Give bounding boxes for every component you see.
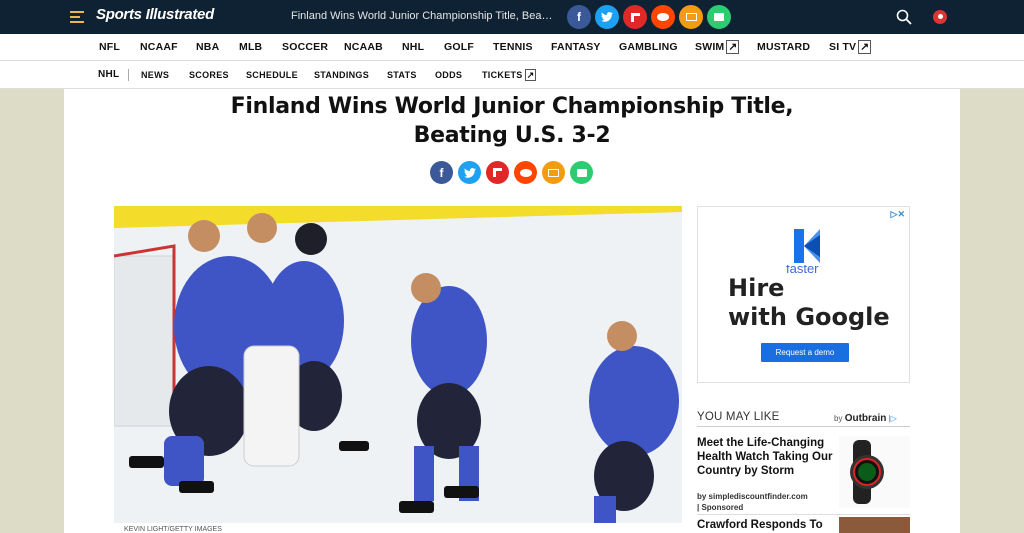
article-title-line-1: Finland Wins World Junior Championship T… — [230, 94, 794, 119]
header-share-bar: f — [567, 5, 731, 29]
article-hero-image[interactable] — [114, 206, 682, 523]
hamburger-menu-icon[interactable] — [70, 11, 84, 23]
ad-animated-text: faster — [786, 265, 819, 273]
subnav-item-standings[interactable]: STANDINGS — [314, 70, 369, 80]
ad-info-icon[interactable]: |▷ — [889, 414, 897, 423]
subnav-item-stats[interactable]: STATS — [387, 70, 417, 80]
facebook-icon[interactable]: f — [430, 161, 453, 184]
nav-item-nba[interactable]: NBA — [196, 41, 219, 53]
ad-headline-line-2: with Google — [728, 303, 890, 331]
secondary-nav: NHL NEWS SCORES SCHEDULE STANDINGS STATS… — [0, 61, 1024, 89]
print-icon[interactable] — [707, 5, 731, 29]
reddit-icon[interactable] — [514, 161, 537, 184]
subnav-item-news[interactable]: NEWS — [141, 70, 169, 80]
section-label[interactable]: NHL — [98, 69, 119, 80]
photo-credit: KEVIN LIGHT/GETTY IMAGES — [124, 526, 222, 533]
facebook-icon[interactable]: f — [567, 5, 591, 29]
subnav-item-tickets[interactable]: TICKETS ↗ — [482, 69, 537, 81]
recommended-card-image[interactable] — [839, 517, 910, 533]
nav-item-swim[interactable]: SWIM ↗ — [695, 40, 740, 54]
article-title-line-2: Beating U.S. 3-2 — [413, 123, 611, 148]
site-logo[interactable]: Sports Illustrated — [96, 6, 214, 23]
flipboard-icon[interactable] — [486, 161, 509, 184]
recommended-card-image[interactable] — [839, 436, 910, 508]
search-icon[interactable] — [896, 9, 912, 25]
external-link-icon: ↗ — [524, 69, 537, 81]
nav-divider — [128, 69, 129, 81]
nav-item-gambling[interactable]: GAMBLING — [619, 41, 678, 53]
email-icon[interactable] — [679, 5, 703, 29]
request-demo-button[interactable]: Request a demo — [761, 343, 849, 362]
recommended-card-title[interactable]: Crawford Responds To — [697, 519, 823, 531]
email-icon[interactable] — [542, 161, 565, 184]
nav-item-ncaaf[interactable]: NCAAF — [140, 41, 178, 53]
nav-item-soccer[interactable]: SOCCER — [282, 41, 328, 53]
external-link-icon: ↗ — [858, 40, 872, 54]
nav-item-golf[interactable]: GOLF — [444, 41, 474, 53]
subnav-item-scores[interactable]: SCORES — [189, 70, 229, 80]
external-link-icon: ↗ — [726, 40, 740, 54]
recommended-card-title[interactable]: Meet the Life-Changing Health Watch Taki… — [697, 436, 837, 478]
nav-item-si-tv-label: SI TV — [829, 41, 857, 53]
ad-choices-close-icon[interactable]: ▷✕ — [891, 209, 905, 220]
reddit-icon[interactable] — [651, 5, 675, 29]
ad-headline: Hire with Google — [728, 274, 890, 332]
top-bar: Sports Illustrated Finland Wins World Ju… — [0, 0, 1024, 34]
divider — [697, 514, 910, 515]
nav-item-swim-label: SWIM — [695, 41, 725, 53]
article-title: Finland Wins World Junior Championship T… — [64, 92, 960, 150]
divider — [697, 426, 910, 427]
recommended-card-source: by simplediscountfinder.com | Sponsored — [697, 491, 808, 513]
card-sponsored-label: | Sponsored — [697, 503, 744, 512]
you-may-like-heading: YOU MAY LIKE — [697, 411, 780, 423]
card-source-name: by simplediscountfinder.com — [697, 492, 808, 501]
account-icon[interactable] — [933, 10, 947, 24]
nav-item-mustard[interactable]: MUSTARD — [757, 41, 810, 53]
outbrain-attribution[interactable]: by Outbrain |▷ — [834, 413, 897, 424]
ad-headline-line-1: Hire — [728, 274, 785, 302]
print-icon[interactable] — [570, 161, 593, 184]
article-container: Finland Wins World Junior Championship T… — [64, 89, 960, 533]
ad-panel[interactable]: ▷✕ faster Hire with Google Request a dem… — [697, 206, 910, 383]
nav-item-nfl[interactable]: NFL — [99, 41, 120, 53]
primary-nav: NFL NCAAF NBA MLB SOCCER NCAAB NHL GOLF … — [0, 34, 1024, 61]
twitter-icon[interactable] — [595, 5, 619, 29]
header-headline: Finland Wins World Junior Championship T… — [291, 10, 555, 22]
subnav-item-schedule[interactable]: SCHEDULE — [246, 70, 298, 80]
nav-item-tennis[interactable]: TENNIS — [493, 41, 533, 53]
nav-item-mlb[interactable]: MLB — [239, 41, 262, 53]
outbrain-logo: Outbrain — [844, 413, 887, 424]
article-share-bar: f — [430, 161, 593, 184]
nav-item-nhl[interactable]: NHL — [402, 41, 424, 53]
nav-item-ncaab[interactable]: NCAAB — [344, 41, 383, 53]
outbrain-by: by — [834, 414, 843, 423]
twitter-icon[interactable] — [458, 161, 481, 184]
subnav-item-tickets-label: TICKETS — [482, 70, 523, 80]
nav-item-si-tv[interactable]: SI TV ↗ — [829, 40, 872, 54]
flipboard-icon[interactable] — [623, 5, 647, 29]
subnav-item-odds[interactable]: ODDS — [435, 70, 462, 80]
nav-item-fantasy[interactable]: FANTASY — [551, 41, 601, 53]
ad-brand-logo — [794, 229, 820, 263]
